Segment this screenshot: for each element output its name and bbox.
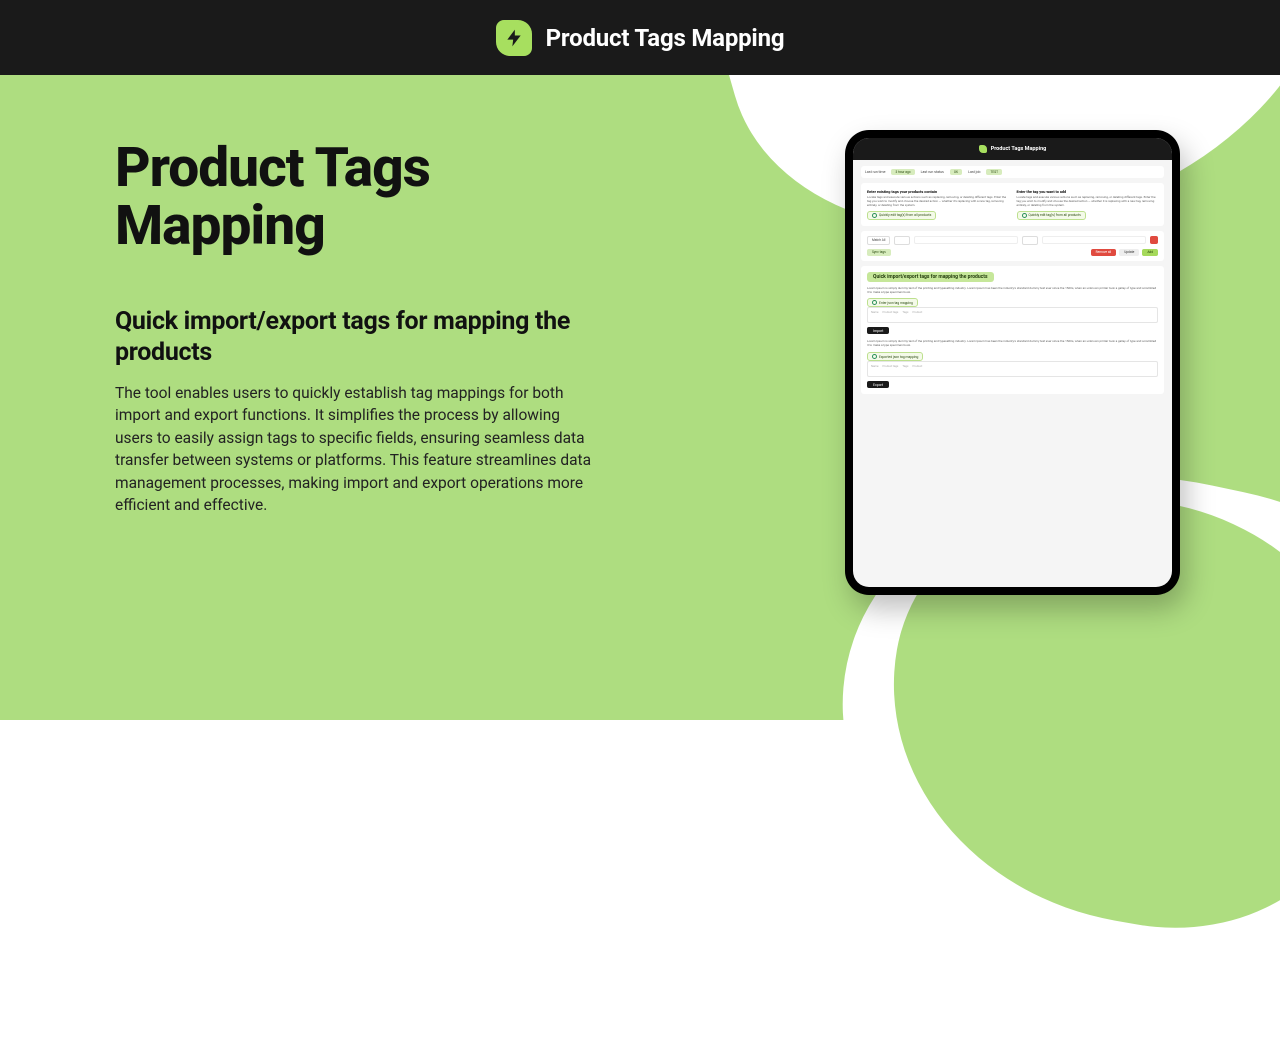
tablet-mockup: Product Tags Mapping Last run time 3 hou… <box>845 130 1180 595</box>
quickly-edit-link[interactable]: Quickly edit tag(s) from all products <box>1017 211 1086 220</box>
status-label: Last job <box>968 170 980 174</box>
column-heading: Enter the tag you want to add <box>1017 189 1159 194</box>
match-all-select[interactable]: Match All <box>867 236 890 245</box>
status-badge: OK <box>950 169 962 175</box>
export-table[interactable]: NameProduct tagsTagsProduct <box>867 361 1158 377</box>
tablet-screen: Product Tags Mapping Last run time 3 hou… <box>853 138 1172 587</box>
update-button[interactable]: Update <box>1119 249 1139 256</box>
column-description: Locate tags and execute various actions … <box>1017 196 1159 208</box>
hero-body: The tool enables users to quickly establ… <box>115 382 595 517</box>
section-description: Lorem Ipsum is simply dummy text of the … <box>867 287 1158 295</box>
app-logo-icon <box>496 20 532 56</box>
operator-select[interactable] <box>1022 236 1038 245</box>
hero-content: Product Tags Mapping Quick import/export… <box>115 140 595 517</box>
tablet-body: Last run time 3 hour ago Last run status… <box>853 160 1172 587</box>
existing-tags-column: Enter existing tags your products contai… <box>867 189 1009 220</box>
import-button[interactable]: Import <box>867 327 889 334</box>
export-button[interactable]: Export <box>867 381 889 388</box>
controls-card: Match All Sync tags Remove all Update Ad… <box>861 231 1164 261</box>
tablet-app-title: Product Tags Mapping <box>991 146 1047 152</box>
exported-json-link[interactable]: Exported json tag mapping <box>867 352 923 361</box>
add-button[interactable]: Add <box>1142 249 1158 256</box>
status-badge: TEST <box>986 169 1002 175</box>
enter-json-link[interactable]: Enter json tag mapping <box>867 298 918 307</box>
tag-input[interactable] <box>1042 236 1146 244</box>
app-title: Product Tags Mapping <box>546 24 785 52</box>
app-logo-icon <box>979 145 987 153</box>
import-table[interactable]: NameProduct tagsTagsProduct <box>867 307 1158 323</box>
tablet-header: Product Tags Mapping <box>853 138 1172 160</box>
column-description: Locate tags and execute various actions … <box>867 196 1009 208</box>
status-label: Last run status <box>921 170 944 174</box>
import-export-card: Quick import/export tags for mapping the… <box>861 266 1164 395</box>
status-badge: 3 hour ago <box>891 169 914 175</box>
delete-row-button[interactable] <box>1150 236 1158 244</box>
status-label: Last run time <box>865 170 885 174</box>
status-bar: Last run time 3 hour ago Last run status… <box>861 166 1164 178</box>
hero-title: Product Tags Mapping <box>115 140 595 256</box>
section-description: Lorem Ipsum is simply dummy text of the … <box>867 340 1158 348</box>
tag-input[interactable] <box>914 236 1018 244</box>
remove-all-button[interactable]: Remove all <box>1091 249 1117 256</box>
column-heading: Enter existing tags your products contai… <box>867 189 1009 194</box>
operator-select[interactable] <box>894 236 910 245</box>
sync-tags-button[interactable]: Sync tags <box>867 249 891 256</box>
hero-subtitle: Quick import/export tags for mapping the… <box>115 306 595 369</box>
quickly-edit-link[interactable]: Quickly edit tag(s) from all products <box>867 211 936 220</box>
page-header: Product Tags Mapping <box>0 0 1280 75</box>
tag-columns-card: Enter existing tags your products contai… <box>861 183 1164 226</box>
add-tag-column: Enter the tag you want to add Locate tag… <box>1017 189 1159 220</box>
section-title: Quick import/export tags for mapping the… <box>867 272 994 282</box>
